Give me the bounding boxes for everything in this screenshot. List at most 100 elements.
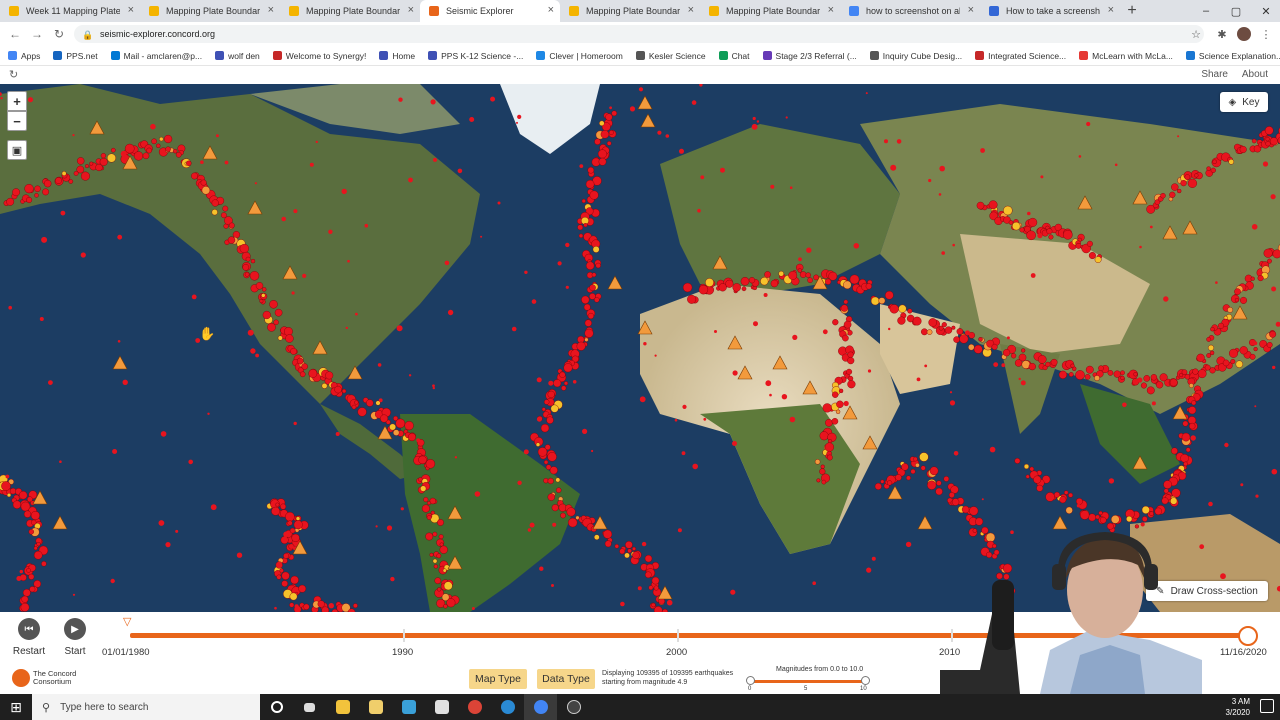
tab-close-icon[interactable]: × xyxy=(268,4,274,16)
earthquake-marker xyxy=(905,541,912,548)
earthquake-marker xyxy=(523,449,529,455)
tab-close-icon[interactable]: × xyxy=(688,4,694,16)
earthquake-marker xyxy=(1050,358,1058,366)
tab-close-icon[interactable]: × xyxy=(1108,4,1114,16)
taskbar-clock[interactable]: 3 AM 3/2020 xyxy=(1226,696,1250,718)
timeline-track[interactable] xyxy=(130,633,1248,638)
earthquake-marker xyxy=(389,423,396,431)
address-bar[interactable]: 🔒 seismic-explorer.concord.org xyxy=(74,25,1204,43)
bottom-panel: The Concord Consortium Map Type Data Typ… xyxy=(0,664,1280,694)
tab-close-icon[interactable]: × xyxy=(408,4,414,16)
chrome-active-icon[interactable] xyxy=(524,694,557,720)
tab-close-icon[interactable]: × xyxy=(548,4,554,16)
browser-tab[interactable]: How to take a screensho × xyxy=(980,0,1120,22)
timeline-end-date: 11/16/2020 xyxy=(1220,647,1267,658)
app-reset-icon[interactable]: ↻ xyxy=(9,68,18,81)
concord-consortium-logo[interactable]: The Concord Consortium xyxy=(12,669,76,687)
browser-tab[interactable]: how to screenshot on all de × xyxy=(840,0,980,22)
browser-tab[interactable]: Seismic Explorer × xyxy=(420,0,560,22)
edge-icon[interactable] xyxy=(491,694,524,720)
timeline-end-handle[interactable] xyxy=(1238,626,1258,646)
earthquake-marker xyxy=(100,153,107,159)
magnitude-slider-track[interactable] xyxy=(750,680,866,683)
cortana-icon[interactable] xyxy=(260,694,293,720)
bookmark-item[interactable]: Mail - amclaren@p... xyxy=(110,51,202,61)
magnitude-min-handle[interactable] xyxy=(746,676,755,685)
earthquake-marker xyxy=(1076,497,1083,505)
bookmark-item[interactable]: Stage 2/3 Referral (... xyxy=(762,51,857,61)
task-view-icon[interactable] xyxy=(293,694,326,720)
earthquake-marker xyxy=(68,179,74,184)
world-map-canvas[interactable] xyxy=(0,84,1280,612)
extensions-icon[interactable]: ✱ xyxy=(1214,26,1230,42)
tab-close-icon[interactable]: × xyxy=(968,4,974,16)
bookmark-item[interactable]: Kesler Science xyxy=(635,51,706,61)
fit-view-icon[interactable]: ▣ xyxy=(7,140,27,160)
key-button[interactable]: ◈ Key xyxy=(1220,92,1268,112)
browser-tab[interactable]: Mapping Plate Boundaries × xyxy=(140,0,280,22)
file-explorer-icon[interactable] xyxy=(326,694,359,720)
earthquake-marker xyxy=(290,575,299,585)
store-icon[interactable] xyxy=(359,694,392,720)
zoom-in-button[interactable]: + xyxy=(7,91,27,111)
forward-icon[interactable]: → xyxy=(26,22,48,46)
layers-icon: ◈ xyxy=(1228,96,1237,108)
restart-button[interactable]: ⏮ Restart xyxy=(12,618,46,657)
tab-close-icon[interactable]: × xyxy=(128,4,134,16)
media-app-icon[interactable] xyxy=(392,694,425,720)
bookmark-item[interactable]: wolf den xyxy=(215,51,260,61)
earthquake-marker xyxy=(242,264,250,271)
bookmark-item[interactable]: Apps xyxy=(8,51,40,61)
bookmark-item[interactable]: Home xyxy=(379,51,415,61)
browser-tab[interactable]: Mapping Plate Boundaries × xyxy=(700,0,840,22)
earthquake-marker xyxy=(1084,374,1091,380)
profile-avatar[interactable] xyxy=(1236,26,1252,42)
earthquake-marker xyxy=(341,388,347,394)
bookmark-item[interactable]: PPS K-12 Science -... xyxy=(428,51,523,61)
seismic-map[interactable]: + − ▣ ◈ Key ✎ Draw Cross-section ✋ xyxy=(0,84,1280,612)
about-link[interactable]: About xyxy=(1242,69,1268,80)
data-type-button[interactable]: Data Type xyxy=(537,669,595,689)
bookmark-item[interactable]: PPS.net xyxy=(53,51,98,61)
bookmark-item[interactable]: McLearn with McLa... xyxy=(1079,51,1173,61)
taskbar-search-box[interactable]: ⚲ Type here to search xyxy=(32,694,260,720)
window-close-icon[interactable]: ✕ xyxy=(1252,0,1280,22)
minimize-icon[interactable]: – xyxy=(1192,0,1220,22)
start-button[interactable]: ▶ Start xyxy=(60,618,90,657)
earthquake-marker xyxy=(700,175,705,180)
bookmark-item[interactable]: Welcome to Synergy! xyxy=(272,51,366,61)
bookmark-item[interactable]: Clever | Homeroom xyxy=(536,51,623,61)
earthquake-marker xyxy=(276,574,282,580)
windows-start-icon[interactable]: ⊞ xyxy=(0,694,32,720)
timeline-start-handle[interactable]: ▽ xyxy=(123,615,131,628)
maximize-icon[interactable]: ▢ xyxy=(1222,0,1250,22)
bookmark-item[interactable]: Integrated Science... xyxy=(975,51,1066,61)
bookmark-star-icon[interactable]: ☆ xyxy=(1188,26,1204,42)
bookmark-item[interactable]: Inquiry Cube Desig... xyxy=(869,51,962,61)
magnitude-max-handle[interactable] xyxy=(861,676,870,685)
menu-kebab-icon[interactable]: ⋮ xyxy=(1258,26,1274,42)
back-icon[interactable]: ← xyxy=(4,22,26,46)
tab-close-icon[interactable]: × xyxy=(828,4,834,16)
earthquake-marker xyxy=(61,171,67,176)
draw-cross-section-button[interactable]: ✎ Draw Cross-section xyxy=(1146,581,1268,601)
browser-tab[interactable]: Mapping Plate Boundaries × xyxy=(560,0,700,22)
bookmark-item[interactable]: Science Explanation... xyxy=(1185,51,1280,61)
map-type-button[interactable]: Map Type xyxy=(469,669,527,689)
browser-tab[interactable]: Mapping Plate Boundaries × xyxy=(280,0,420,22)
mail-app-icon[interactable] xyxy=(425,694,458,720)
browser-tab[interactable]: Week 11 Mapping Plate Bo × xyxy=(0,0,140,22)
earthquake-marker xyxy=(920,465,926,471)
reload-icon[interactable]: ↻ xyxy=(48,22,70,46)
new-tab-button[interactable]: + xyxy=(1120,0,1144,22)
zoom-out-button[interactable]: − xyxy=(7,111,27,131)
earthquake-marker xyxy=(1159,373,1168,382)
share-link[interactable]: Share xyxy=(1201,69,1228,80)
earthquake-marker xyxy=(1188,406,1197,415)
earthquake-marker xyxy=(1210,326,1215,332)
notification-icon[interactable] xyxy=(1260,699,1274,713)
obs-icon[interactable] xyxy=(557,694,590,720)
chrome-icon[interactable] xyxy=(458,694,491,720)
bookmark-item[interactable]: Chat xyxy=(718,51,750,61)
earthquake-marker xyxy=(1036,484,1044,492)
